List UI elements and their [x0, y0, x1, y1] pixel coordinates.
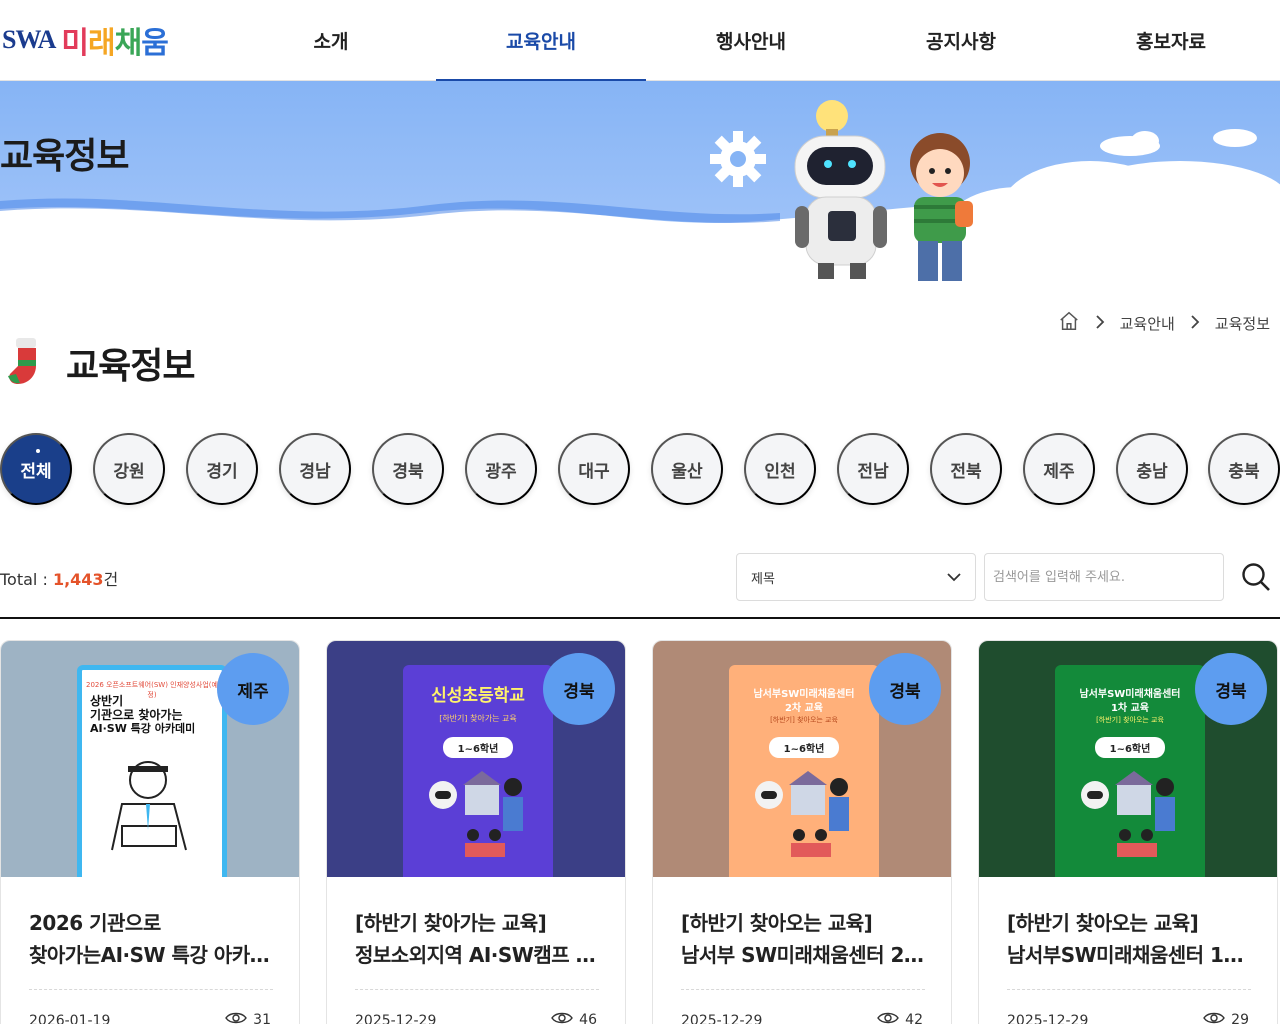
card-date: 2026-01-19	[29, 1013, 111, 1024]
card-views: 46	[551, 1011, 597, 1024]
region-chip-all[interactable]: 전체	[0, 433, 72, 505]
banner-title: 교육정보	[0, 136, 129, 177]
logo-swa-text: SWA	[2, 25, 56, 54]
card-thumbnail: 남서부SW미래채움센터 1차 교육 [하반기] 찾아오는 교육 1~6학년 경북	[979, 641, 1277, 877]
region-badge: 경북	[543, 653, 615, 725]
card-thumbnail: 신성초등학교 [하반기] 찾아가는 교육 1~6학년 경북	[327, 641, 625, 877]
region-badge: 경북	[1195, 653, 1267, 725]
nav-promotion[interactable]: 홍보자료	[1066, 0, 1276, 81]
region-badge: 제주	[217, 653, 289, 725]
region-chip[interactable]: 대구	[558, 433, 630, 505]
card-title[interactable]: [하반기 찾아가는 교육] 정보소외지역 AI·SW캠프 신성초등학교	[355, 907, 599, 971]
poster-image: 신성초등학교 [하반기] 찾아가는 교육 1~6학년	[403, 665, 553, 877]
card-views: 42	[877, 1011, 923, 1024]
breadcrumb: 교육안내 교육정보	[1058, 310, 1270, 336]
breadcrumb-item[interactable]: 교육안내	[1120, 313, 1175, 334]
page-title-wrap: 교육정보	[6, 336, 195, 390]
card-views: 29	[1203, 1011, 1249, 1024]
home-icon[interactable]	[1058, 310, 1080, 336]
region-chip[interactable]: 전북	[930, 433, 1002, 505]
region-chip[interactable]: 경기	[186, 433, 258, 505]
nav-intro[interactable]: 소개	[226, 0, 436, 81]
breadcrumb-item-current[interactable]: 교육정보	[1215, 313, 1270, 334]
search-field-value: 제목	[751, 571, 775, 587]
card-title[interactable]: 2026 기관으로 찾아가는AI·SW 특강 아카데미	[29, 907, 273, 971]
nav-notice[interactable]: 공지사항	[856, 0, 1066, 81]
edu-card[interactable]: 남서부SW미래채움센터 1차 교육 [하반기] 찾아오는 교육 1~6학년 경북…	[978, 640, 1278, 1024]
stocking-icon	[6, 336, 44, 390]
region-chip[interactable]: 경북	[372, 433, 444, 505]
chevron-right-icon	[1094, 313, 1106, 334]
search-field-select[interactable]: 제목	[736, 553, 976, 601]
region-badge: 경북	[869, 653, 941, 725]
card-date: 2025-12-29	[681, 1013, 763, 1024]
list-divider	[0, 617, 1280, 619]
card-divider	[681, 989, 925, 990]
card-divider	[355, 989, 599, 990]
card-thumbnail: 남서부SW미래채움센터 2차 교육 [하반기] 찾아오는 교육 1~6학년 경북	[653, 641, 951, 877]
chevron-right-icon	[1189, 313, 1201, 334]
region-chip[interactable]: 경남	[279, 433, 351, 505]
card-views: 31	[225, 1011, 271, 1024]
card-date: 2025-12-29	[355, 1013, 437, 1024]
page-title: 교육정보	[66, 346, 195, 387]
region-chip[interactable]: 제주	[1023, 433, 1095, 505]
card-divider	[1007, 989, 1251, 990]
region-chip[interactable]: 울산	[651, 433, 723, 505]
region-chip[interactable]: 강원	[93, 433, 165, 505]
region-filter: 전체 강원 경기 경남 경북 광주 대구 울산 인천 전남 전북 제주 충남 충…	[0, 433, 1280, 505]
chevron-down-icon	[945, 568, 963, 590]
main-nav: 소개 교육안내 행사안내 공지사항 홍보자료	[226, 0, 1280, 82]
eye-icon	[225, 1011, 248, 1024]
card-thumbnail: 2026 오픈소프트웨어(SW) 인재양성사업(예정) 상반기 기관으로 찾아가…	[1, 641, 299, 877]
card-title[interactable]: [하반기 찾아오는 교육] 남서부SW미래채움센터 1차 교육	[1007, 907, 1251, 971]
total-count: Total : 1,443건	[0, 570, 119, 589]
edu-card[interactable]: 2026 오픈소프트웨어(SW) 인재양성사업(예정) 상반기 기관으로 찾아가…	[0, 640, 300, 1024]
poster-image: 2026 오픈소프트웨어(SW) 인재양성사업(예정) 상반기 기관으로 찾아가…	[77, 665, 227, 877]
card-divider	[29, 989, 273, 990]
eye-icon	[877, 1011, 900, 1024]
eye-icon	[1203, 1011, 1226, 1024]
search-icon	[1241, 562, 1271, 595]
search-input[interactable]	[984, 553, 1224, 601]
total-number: 1,443	[52, 570, 104, 589]
edu-card[interactable]: 남서부SW미래채움센터 2차 교육 [하반기] 찾아오는 교육 1~6학년 경북…	[652, 640, 952, 1024]
site-logo[interactable]: SWA 미래채움	[2, 20, 169, 60]
site-header: SWA 미래채움 소개 교육안내 행사안내 공지사항 홍보자료	[0, 0, 1280, 82]
region-chip[interactable]: 전남	[837, 433, 909, 505]
card-title[interactable]: [하반기 찾아오는 교육] 남서부 SW미래채움센터 2차 교육	[681, 907, 925, 971]
banner-illustration	[0, 81, 1280, 295]
nav-education[interactable]: 교육안내	[436, 0, 646, 82]
region-chip[interactable]: 인천	[744, 433, 816, 505]
region-chip[interactable]: 광주	[465, 433, 537, 505]
region-chip[interactable]: 충남	[1116, 433, 1188, 505]
eye-icon	[551, 1011, 574, 1024]
nav-events[interactable]: 행사안내	[646, 0, 856, 81]
edu-card[interactable]: 신성초등학교 [하반기] 찾아가는 교육 1~6학년 경북 [하반기 찾아가는 …	[326, 640, 626, 1024]
poster-image: 남서부SW미래채움센터 1차 교육 [하반기] 찾아오는 교육 1~6학년	[1055, 665, 1205, 877]
region-chip[interactable]: 충북	[1208, 433, 1280, 505]
search-button[interactable]	[1238, 560, 1274, 596]
card-date: 2025-12-29	[1007, 1013, 1089, 1024]
logo-mirae-text: 미래채움	[61, 27, 168, 60]
poster-image: 남서부SW미래채움센터 2차 교육 [하반기] 찾아오는 교육 1~6학년	[729, 665, 879, 877]
page-banner: 교육정보	[0, 81, 1280, 295]
